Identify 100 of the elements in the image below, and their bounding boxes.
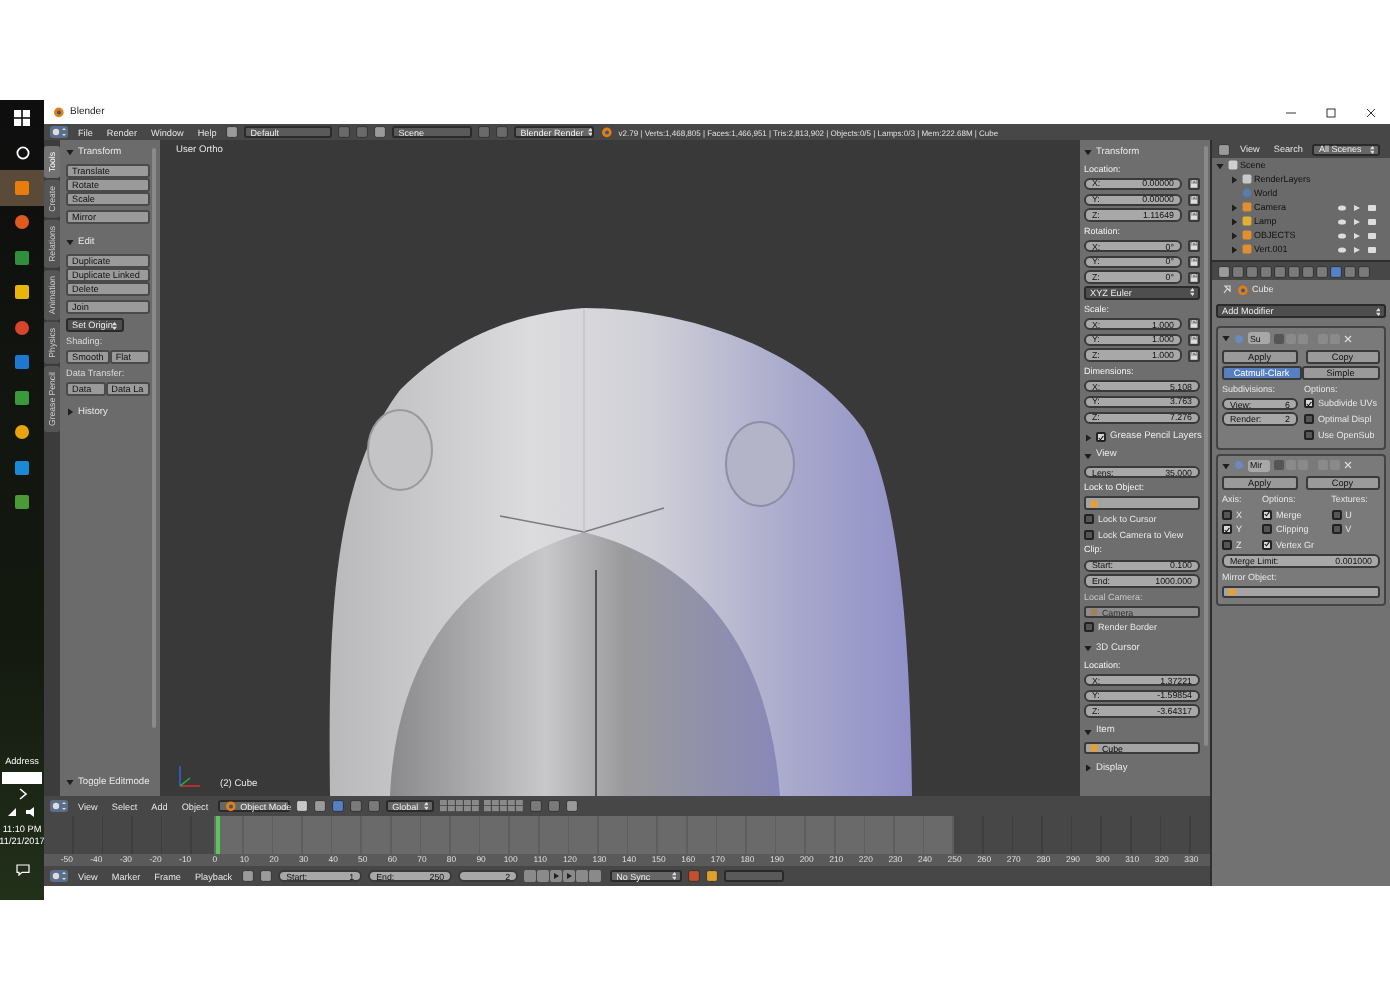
- modifier-icon: [1234, 333, 1244, 343]
- close-icon[interactable]: [1365, 107, 1375, 117]
- record-button-icon[interactable]: [688, 870, 701, 882]
- address-field[interactable]: [2, 772, 42, 784]
- shading-icon[interactable]: [296, 800, 309, 812]
- checkbox[interactable]: [1084, 513, 1094, 524]
- modifier-toggles-drawing[interactable]: [1274, 333, 1354, 343]
- editor-type-icon[interactable]: [1218, 265, 1230, 277]
- checkbox[interactable]: [1222, 524, 1232, 535]
- current-frame-line: [216, 816, 219, 854]
- layer-grid-drawing[interactable]: [440, 800, 525, 812]
- checkbox[interactable]: [1262, 539, 1273, 550]
- lock-button[interactable]: [1188, 193, 1200, 206]
- restrict-toggles-drawing[interactable]: [1338, 231, 1378, 239]
- keying-set-icon[interactable]: [706, 870, 719, 882]
- editor-type-icon[interactable]: [50, 870, 68, 882]
- triangle-icon[interactable]: [1230, 217, 1238, 225]
- checkbox[interactable]: [1222, 509, 1232, 520]
- triangle-icon[interactable]: [66, 408, 74, 416]
- triangle-icon[interactable]: [1084, 451, 1092, 460]
- triangle-icon[interactable]: [1230, 245, 1238, 253]
- snap-icon[interactable]: [548, 800, 561, 812]
- notification-icon[interactable]: [15, 864, 29, 876]
- scene-icon[interactable]: [374, 126, 387, 138]
- pivot-icon[interactable]: [314, 800, 327, 812]
- object-field[interactable]: [1222, 585, 1380, 598]
- updown-arrows-icon: [671, 872, 677, 880]
- updown-arrows-icon: [1189, 288, 1194, 297]
- triangle-icon[interactable]: [66, 148, 74, 156]
- axis-gizmo-icon: [176, 762, 204, 790]
- lock-icon[interactable]: [530, 800, 543, 812]
- editor-type-icon[interactable]: [1218, 143, 1230, 155]
- scrollbar[interactable]: [152, 148, 157, 728]
- render-icon[interactable]: [566, 800, 579, 812]
- lock-button[interactable]: [1188, 318, 1200, 330]
- editor-type-icon[interactable]: [50, 800, 68, 812]
- updown-arrows-icon: [112, 321, 118, 329]
- add-icon[interactable]: [338, 126, 351, 138]
- remove-icon[interactable]: [496, 126, 509, 138]
- object-icon: [1228, 587, 1236, 596]
- triangle-icon[interactable]: [1084, 764, 1092, 773]
- triangle-icon[interactable]: [1222, 334, 1230, 342]
- record-icon[interactable]: [242, 870, 255, 882]
- triangle-icon[interactable]: [1084, 148, 1092, 156]
- minimize-icon[interactable]: [1285, 107, 1295, 117]
- playback-controls-drawing[interactable]: [524, 870, 605, 882]
- rotate-icon[interactable]: [368, 800, 381, 812]
- lock-button[interactable]: [1188, 271, 1200, 284]
- checkbox[interactable]: [1084, 622, 1094, 633]
- checkbox[interactable]: [1304, 429, 1314, 440]
- checkbox[interactable]: [1262, 509, 1273, 520]
- keyframe-icon[interactable]: [260, 870, 273, 882]
- keying-set-field[interactable]: [724, 870, 785, 882]
- remove-icon[interactable]: [356, 126, 369, 138]
- checkbox[interactable]: [1084, 529, 1094, 540]
- editor-type-icon[interactable]: [50, 126, 68, 138]
- scrollbar[interactable]: [1203, 146, 1207, 746]
- object-icon: [1090, 744, 1098, 753]
- lock-button[interactable]: [1188, 349, 1200, 362]
- triangle-icon[interactable]: [66, 238, 74, 246]
- object-icon: [1090, 499, 1098, 508]
- add-icon[interactable]: [478, 126, 491, 138]
- lock-button[interactable]: [1188, 333, 1200, 346]
- checkbox[interactable]: [1331, 524, 1342, 535]
- checkbox[interactable]: [1304, 398, 1314, 409]
- triangle-icon[interactable]: [1084, 433, 1092, 442]
- blender-logo-icon: [600, 126, 613, 138]
- object-field[interactable]: [1084, 496, 1200, 510]
- pin-icon[interactable]: [1222, 284, 1232, 294]
- checkbox[interactable]: [1331, 509, 1342, 520]
- screen-layout-icon[interactable]: [226, 126, 239, 138]
- updown-arrows-icon: [1369, 145, 1375, 153]
- triangle-icon[interactable]: [1216, 161, 1224, 169]
- triangle-icon[interactable]: [1222, 461, 1230, 470]
- restrict-toggles-drawing[interactable]: [1338, 203, 1378, 211]
- lock-button[interactable]: [1188, 240, 1200, 253]
- triangle-icon[interactable]: [1230, 231, 1238, 239]
- chevron-icon[interactable]: [17, 788, 27, 800]
- triangle-icon[interactable]: [1230, 203, 1238, 211]
- triangle-icon[interactable]: [1084, 727, 1092, 736]
- checkbox[interactable]: [1096, 432, 1106, 443]
- lock-button[interactable]: [1188, 209, 1200, 222]
- tray-icons-drawing[interactable]: [6, 806, 38, 818]
- lock-button[interactable]: [1188, 255, 1200, 268]
- lock-button[interactable]: [1188, 177, 1200, 190]
- windows-logo-icon[interactable]: [14, 109, 30, 126]
- search-icon[interactable]: [15, 145, 29, 160]
- checkbox[interactable]: [1304, 414, 1314, 425]
- manipulator-icon[interactable]: [332, 800, 345, 812]
- maximize-icon[interactable]: [1325, 107, 1335, 117]
- restrict-toggles-drawing[interactable]: [1338, 245, 1378, 253]
- checkbox[interactable]: [1222, 539, 1232, 550]
- updown-arrows-icon: [423, 802, 429, 810]
- translate-icon[interactable]: [350, 800, 363, 812]
- restrict-toggles-drawing[interactable]: [1338, 217, 1378, 225]
- triangle-icon[interactable]: [66, 778, 74, 786]
- triangle-icon[interactable]: [1230, 175, 1238, 183]
- triangle-icon[interactable]: [1084, 644, 1092, 653]
- checkbox[interactable]: [1262, 524, 1273, 535]
- modifier-toggles-drawing[interactable]: [1274, 460, 1354, 471]
